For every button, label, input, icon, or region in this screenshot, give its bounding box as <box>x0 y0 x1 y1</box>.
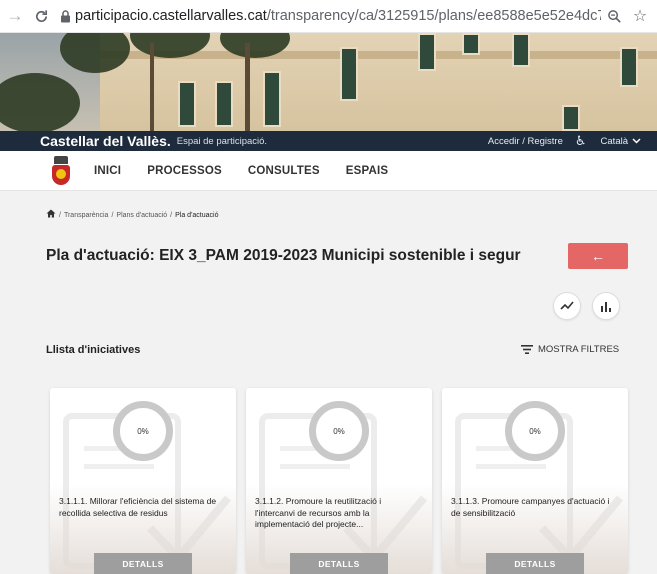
accessibility-icon[interactable]: ♿ <box>575 133 587 149</box>
login-link[interactable]: Accedir / Registre <box>488 136 563 147</box>
site-title[interactable]: Castellar del Vallès. <box>40 133 171 149</box>
reload-icon[interactable] <box>28 3 54 29</box>
back-arrow-icon[interactable]: → <box>2 3 28 29</box>
nav-item-processos[interactable]: PROCESSOS <box>147 165 222 177</box>
hero-banner <box>0 33 657 131</box>
initiative-title: 3.1.1.2. Promoure la reutilització i l'i… <box>255 496 382 529</box>
bar-chart-icon <box>601 301 611 312</box>
nav-item-inici[interactable]: INICI <box>94 165 121 177</box>
progress-value: 0% <box>529 426 541 436</box>
url-path: /transparency/ca/3125915/plans/ee8588e5e… <box>266 8 601 24</box>
arrow-left-icon: ← <box>591 248 605 264</box>
progress-ring: 0% <box>505 401 565 461</box>
nav-item-consultes[interactable]: CONSULTES <box>248 165 320 177</box>
url-host: participacio.castellarvalles.cat <box>75 8 267 24</box>
filter-icon <box>521 345 533 354</box>
chevron-down-icon <box>632 138 641 144</box>
initiative-card[interactable]: 0% 3.1.1.3. Promoure campanyes d'actuaci… <box>442 388 628 574</box>
list-title: Llista d'iniciatives <box>46 344 141 356</box>
line-chart-button[interactable] <box>553 292 581 320</box>
bar-chart-button[interactable] <box>592 292 620 320</box>
progress-value: 0% <box>333 426 345 436</box>
progress-ring: 0% <box>309 401 369 461</box>
page-title: Pla d'actuació: EIX 3_PAM 2019-2023 Muni… <box>46 247 521 264</box>
initiative-title: 3.1.1.1. Millorar l'eficiència del siste… <box>59 496 217 518</box>
nav-item-espais[interactable]: ESPAIS <box>346 165 389 177</box>
initiative-title: 3.1.1.3. Promoure campanyes d'actuació i… <box>451 496 610 518</box>
show-filters-button[interactable]: MOSTRA FILTRES <box>521 344 619 355</box>
filters-label: MOSTRA FILTRES <box>538 344 620 355</box>
language-selector[interactable]: Català <box>601 136 641 147</box>
progress-value: 0% <box>137 426 149 436</box>
breadcrumb-item[interactable]: Transparència <box>64 212 109 219</box>
initiative-card[interactable]: 0% 3.1.1.1. Millorar l'eficiència del si… <box>50 388 236 574</box>
details-button[interactable]: DETALLS <box>290 553 388 574</box>
star-icon[interactable]: ☆ <box>627 3 653 29</box>
details-button[interactable]: DETALLS <box>94 553 192 574</box>
breadcrumb-current: Pla d'actuació <box>175 211 219 219</box>
browser-toolbar: → participacio.castellarvalles.cat/trans… <box>0 0 657 33</box>
municipality-logo[interactable] <box>50 155 72 186</box>
site-header-bar: Castellar del Vallès. Espai de participa… <box>0 131 657 151</box>
address-bar[interactable]: participacio.castellarvalles.cat/transpa… <box>60 3 601 29</box>
zoom-icon[interactable] <box>601 3 627 29</box>
breadcrumb: / Transparència / Plans d'actuació / Pla… <box>46 209 219 221</box>
details-button[interactable]: DETALLS <box>486 553 584 574</box>
progress-ring: 0% <box>113 401 173 461</box>
line-chart-icon <box>560 301 574 310</box>
back-button[interactable]: ← <box>568 243 628 269</box>
initiative-card[interactable]: 0% 3.1.1.2. Promoure la reutilització i … <box>246 388 432 574</box>
lock-icon <box>60 9 71 23</box>
site-subtitle: Espai de participació. <box>176 135 268 147</box>
language-label: Català <box>600 135 628 147</box>
breadcrumb-item[interactable]: Plans d'actuació <box>116 212 167 219</box>
main-navigation: INICI PROCESSOS CONSULTES ESPAIS <box>0 151 657 191</box>
home-icon[interactable] <box>46 209 56 221</box>
